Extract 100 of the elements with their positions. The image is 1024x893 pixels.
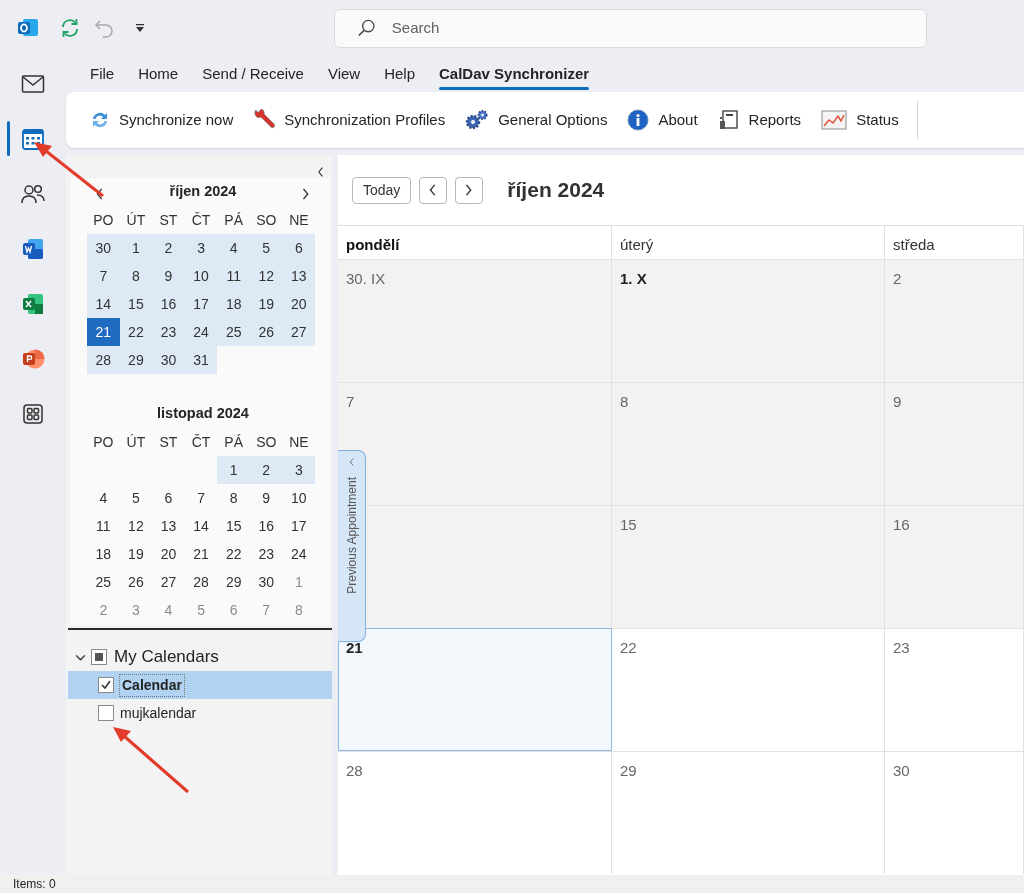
checkbox[interactable]: [98, 677, 114, 693]
calendar-day[interactable]: 25: [87, 568, 120, 596]
ribbon-tab[interactable]: Help: [374, 56, 426, 92]
dropdown-caret-icon[interactable]: [134, 22, 146, 34]
calendar-day[interactable]: 29: [217, 568, 250, 596]
calendar-day[interactable]: 30: [152, 346, 185, 374]
calendar-day[interactable]: 10: [282, 484, 316, 512]
calendar-day[interactable]: 2: [249, 456, 283, 484]
calendar-day[interactable]: 12: [119, 512, 153, 540]
day-cell[interactable]: 28: [338, 751, 612, 874]
calendar-day[interactable]: 15: [119, 290, 153, 318]
calendar-day[interactable]: 14: [184, 512, 218, 540]
calendar-day[interactable]: 8: [119, 262, 153, 290]
calendar-day[interactable]: 29: [119, 346, 153, 374]
calendar-day[interactable]: 3: [184, 234, 218, 262]
group-checkbox[interactable]: [91, 649, 107, 665]
calendar-day[interactable]: 22: [119, 318, 153, 346]
ribbon-button[interactable]: General Options: [457, 102, 616, 138]
calendar-day[interactable]: 10: [184, 262, 218, 290]
calendar-day[interactable]: 18: [87, 540, 120, 568]
selected-row[interactable]: Calendar: [68, 671, 332, 699]
calendar-day[interactable]: 3: [282, 456, 316, 484]
previous-appointment-tab[interactable]: Previous Appointment: [338, 450, 366, 642]
calendar-day[interactable]: 28: [184, 568, 218, 596]
calendar-day[interactable]: 19: [249, 290, 283, 318]
calendar-day[interactable]: 12: [249, 262, 283, 290]
calendar-day[interactable]: 4: [87, 484, 120, 512]
calendar-day[interactable]: 26: [249, 318, 283, 346]
day-cell[interactable]: 15: [612, 505, 885, 628]
ribbon-button[interactable]: Synchronize now: [82, 102, 242, 138]
today-button[interactable]: Today: [352, 176, 412, 204]
day-cell[interactable]: 9: [885, 382, 1024, 505]
calendar-day[interactable]: 27: [282, 318, 316, 346]
calendar-day[interactable]: 30: [249, 568, 283, 596]
ribbon-button[interactable]: About: [619, 102, 706, 138]
calendar-day[interactable]: 9: [152, 262, 185, 290]
calendar-day[interactable]: 5: [249, 234, 283, 262]
calendar-day[interactable]: 1: [217, 456, 250, 484]
sync-icon[interactable]: [59, 17, 81, 39]
ribbon-button[interactable]: Reports: [709, 102, 810, 138]
calendar-day[interactable]: 8: [217, 484, 250, 512]
day-cell[interactable]: 30. IX: [338, 259, 612, 382]
calendar-day[interactable]: 6: [152, 484, 185, 512]
ribbon-tab[interactable]: File: [80, 56, 125, 92]
calendar-day[interactable]: 20: [152, 540, 185, 568]
previous-button[interactable]: [419, 176, 448, 204]
ribbon-tab[interactable]: Send / Receive: [192, 56, 314, 92]
calendar-day[interactable]: 15: [217, 512, 250, 540]
calendar-day[interactable]: 24: [282, 540, 316, 568]
ribbon-tab[interactable]: View: [317, 56, 371, 92]
calendar-day[interactable]: 23: [152, 318, 185, 346]
search-bar[interactable]: Search: [334, 8, 927, 48]
calendar-day[interactable]: 23: [249, 540, 283, 568]
calendar-day[interactable]: 25: [217, 318, 250, 346]
day-cell[interactable]: 23: [885, 628, 1024, 751]
calendar-day[interactable]: 21: [184, 540, 218, 568]
day-cell[interactable]: 16: [885, 505, 1024, 628]
calendar-day[interactable]: 14: [87, 290, 120, 318]
ribbon-tab[interactable]: Home: [128, 56, 189, 92]
calendar-day[interactable]: 7: [87, 262, 120, 290]
calendar-day[interactable]: 30: [87, 234, 120, 262]
ribbon-tab[interactable]: CalDav Synchronizer: [429, 56, 600, 92]
calendar-day[interactable]: 18: [217, 290, 250, 318]
search-field[interactable]: Search: [389, 15, 926, 41]
calendar-day[interactable]: 24: [184, 318, 218, 346]
calendar-day[interactable]: 16: [249, 512, 283, 540]
calendar-name[interactable]: mujkalendar: [120, 702, 197, 724]
calendar-day[interactable]: 1: [119, 234, 153, 262]
calendar-day[interactable]: 17: [282, 512, 316, 540]
calendar-day[interactable]: 31: [184, 346, 218, 374]
day-cell[interactable]: 30: [885, 751, 1024, 874]
day-cell[interactable]: 21: [338, 628, 612, 751]
calendar-day[interactable]: 2: [152, 234, 185, 262]
day-cell[interactable]: 29: [612, 751, 885, 874]
ribbon-button[interactable]: Synchronization Profiles: [245, 102, 454, 138]
day-cell[interactable]: 2: [885, 259, 1024, 382]
day-cell[interactable]: [366, 505, 612, 628]
calendar-name[interactable]: Calendar: [120, 674, 184, 696]
ribbon-button[interactable]: Status: [813, 102, 907, 138]
day-cell[interactable]: 1. X: [612, 259, 885, 382]
calendar-day[interactable]: 16: [152, 290, 185, 318]
calendar-day[interactable]: 28: [87, 346, 120, 374]
calendar-day[interactable]: 22: [217, 540, 250, 568]
calendar-day[interactable]: 13: [152, 512, 185, 540]
checkbox[interactable]: [98, 705, 114, 721]
calendar-day[interactable]: 26: [119, 568, 153, 596]
calendar-day[interactable]: 13: [282, 262, 316, 290]
calendar-day[interactable]: 20: [282, 290, 316, 318]
calendar-day[interactable]: 21: [87, 318, 120, 346]
calendar-day[interactable]: 5: [119, 484, 153, 512]
calendar-day[interactable]: 27: [152, 568, 185, 596]
calendar-day[interactable]: 11: [87, 512, 120, 540]
day-cell[interactable]: 8: [612, 382, 885, 505]
calendar-day[interactable]: 17: [184, 290, 218, 318]
next-button[interactable]: [455, 176, 484, 204]
calendar-day[interactable]: 7: [184, 484, 218, 512]
calendar-day[interactable]: 6: [282, 234, 316, 262]
calendar-day[interactable]: 19: [119, 540, 153, 568]
day-cell[interactable]: 22: [612, 628, 885, 751]
calendar-day[interactable]: 11: [217, 262, 250, 290]
